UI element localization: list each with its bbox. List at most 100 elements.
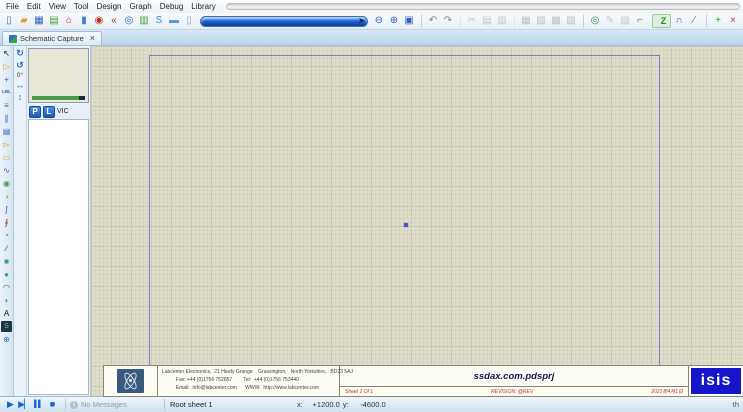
menu-design[interactable]: Design <box>93 2 126 11</box>
subcircuit-mode-icon[interactable]: ▤ <box>0 125 13 138</box>
block-rotate-icon[interactable]: ▩ <box>549 14 563 28</box>
blank-doc-icon[interactable]: ▯ <box>182 14 196 28</box>
2d-circle-mode-icon[interactable]: ● <box>0 268 13 281</box>
tab-bar: Schematic Capture × <box>0 30 743 46</box>
rotate-anticlockwise-icon[interactable]: ↺ <box>14 60 26 71</box>
tape-recorder-mode-icon[interactable]: ◉ <box>0 177 13 190</box>
menu-view[interactable]: View <box>45 2 70 11</box>
device-pins-mode-icon[interactable]: ▭ <box>0 151 13 164</box>
main-toolbar: ▯▰▦▤⌂▮◉«◎▥S▬▯ ➤ ⊖⊕▣↶↷✂▤▥▦▧▩▨◎✎▧⌐Z∩∕+×↰✎ <box>0 13 743 30</box>
pick-devices-button[interactable]: P <box>29 106 41 118</box>
menu-edit[interactable]: Edit <box>23 2 45 11</box>
2d-symbol-mode-icon[interactable]: S <box>1 321 12 332</box>
mirror-horizontal-icon[interactable]: ↔ <box>14 80 26 91</box>
home-page-icon[interactable]: ⌂ <box>62 14 76 28</box>
wire-autoroute-icon[interactable]: Z <box>652 14 671 28</box>
pcb-module-icon[interactable]: ◉ <box>92 14 106 28</box>
find-component-icon[interactable]: ◎ <box>583 14 602 28</box>
block-delete-icon[interactable]: ▨ <box>564 14 578 28</box>
component-mode-icon[interactable]: ▷ <box>0 60 13 73</box>
message-box[interactable]: i No Messages <box>65 399 165 411</box>
project-cell: ssdax.com.pdsprj Sheet 1 Of 1 REVISION: … <box>340 366 689 396</box>
schematic-capture-tab-icon <box>9 35 17 43</box>
labcenter-atom-icon <box>117 369 144 393</box>
address-line: Fax: +44 (0)1756 752857 Tel: +44 (0)1756… <box>162 377 335 385</box>
import-project-icon[interactable]: ▤ <box>47 14 61 28</box>
tab-close-icon[interactable]: × <box>90 34 95 43</box>
virtual-instruments-mode-icon[interactable]: ◔ <box>0 229 13 242</box>
new-project-icon[interactable]: ▯ <box>2 14 16 28</box>
2d-line-mode-icon[interactable]: ∕ <box>0 242 13 255</box>
origin-marker <box>404 223 408 227</box>
cursor-coordinates: x: +1200.0 y: -4600.0 <box>297 400 386 409</box>
terminals-mode-icon[interactable]: ▻ <box>0 138 13 151</box>
2d-marker-mode-icon[interactable]: ⊕ <box>0 333 13 346</box>
step-button[interactable]: ▶▏ <box>17 398 31 411</box>
2d-path-mode-icon[interactable]: ◗ <box>0 294 13 307</box>
menu-tool[interactable]: Tool <box>70 2 93 11</box>
play-button[interactable]: ▶ <box>3 398 17 411</box>
progress-slider[interactable]: ➤ <box>200 16 368 27</box>
mirror-vertical-icon[interactable]: ↕ <box>14 92 26 103</box>
current-probe-mode-icon[interactable]: ∮ <box>0 216 13 229</box>
menu-file[interactable]: File <box>2 2 23 11</box>
paste-icon[interactable]: ▥ <box>495 14 509 28</box>
2d-box-mode-icon[interactable]: ■ <box>0 255 13 268</box>
overview-pane[interactable] <box>28 48 89 103</box>
search-tag-icon[interactable]: ∩ <box>672 14 686 28</box>
block-move-icon[interactable]: ▧ <box>534 14 548 28</box>
date-label: 2021年4月1日 <box>651 388 683 395</box>
undo-icon[interactable]: ↶ <box>421 14 440 28</box>
property-edit-icon[interactable]: ✎ <box>603 14 617 28</box>
menu-debug[interactable]: Debug <box>156 2 188 11</box>
zoom-out-icon[interactable]: ⊖ <box>372 14 386 28</box>
rewind-icon[interactable]: « <box>107 14 121 28</box>
schematic-module-icon[interactable]: ▮ <box>77 14 91 28</box>
wire-label-mode-icon[interactable]: LBL <box>0 86 13 99</box>
zoom-in-icon[interactable]: ⊕ <box>387 14 401 28</box>
design-explorer-icon[interactable]: ▧ <box>618 14 632 28</box>
hammer-tool-icon[interactable]: ⌐ <box>633 14 647 28</box>
rotate-clockwise-icon[interactable]: ↻ <box>14 48 26 59</box>
pause-button[interactable]: ▌▌ <box>31 398 45 411</box>
x-value: +1200.0 <box>306 400 340 409</box>
text-script-mode-icon[interactable]: ≡ <box>0 99 13 112</box>
2d-arc-mode-icon[interactable]: ◠ <box>0 281 13 294</box>
save-project-icon[interactable]: ▦ <box>32 14 46 28</box>
menu-graph[interactable]: Graph <box>125 2 155 11</box>
recording-strip <box>226 3 740 10</box>
voltage-probe-mode-icon[interactable]: ∫ <box>0 203 13 216</box>
copy-icon[interactable]: ▤ <box>480 14 494 28</box>
zoom-area-icon[interactable]: ▣ <box>402 14 416 28</box>
generator-mode-icon[interactable]: ◑ <box>0 190 13 203</box>
title-block: Labcenter Electronics, 21 Hardy Grange G… <box>103 365 743 397</box>
buses-mode-icon[interactable]: ∥ <box>0 112 13 125</box>
status-bar: ▶▶▏▌▌■ i No Messages Root sheet 1 x: +12… <box>0 396 743 412</box>
open-project-icon[interactable]: ▰ <box>17 14 31 28</box>
stop-button[interactable]: ■ <box>45 398 59 411</box>
isis-logo: isis <box>691 368 741 394</box>
cut-icon[interactable]: ✂ <box>460 14 479 28</box>
graph-mode-icon[interactable]: ∿ <box>0 164 13 177</box>
object-selector-list[interactable] <box>28 119 89 395</box>
new-sheet-icon[interactable]: + <box>706 14 725 28</box>
address-line: Email: info@labcenter.com WWW: http://ww… <box>162 385 335 393</box>
overview-titleblock-thumbnail <box>32 96 85 100</box>
property-assignment-icon[interactable]: ∕ <box>687 14 701 28</box>
schematic-canvas[interactable]: Labcenter Electronics, 21 Hardy Grange G… <box>91 46 743 396</box>
junction-dot-mode-icon[interactable]: + <box>0 73 13 86</box>
notes-module-icon[interactable]: ▬ <box>167 14 181 28</box>
library-button[interactable]: L <box>43 106 55 118</box>
selection-mode-icon[interactable]: ↖ <box>0 47 13 60</box>
menu-library[interactable]: Library <box>187 2 219 11</box>
bom-module-icon[interactable]: ▥ <box>137 14 151 28</box>
overview-logo-thumbnail <box>79 96 85 100</box>
source-module-icon[interactable]: S <box>152 14 166 28</box>
x-label: x: <box>297 400 303 409</box>
block-copy-icon[interactable]: ▦ <box>514 14 533 28</box>
remove-sheet-icon[interactable]: × <box>726 14 740 28</box>
search-module-icon[interactable]: ◎ <box>122 14 136 28</box>
tab-schematic-capture[interactable]: Schematic Capture × <box>2 31 102 45</box>
2d-text-mode-icon[interactable]: A <box>0 307 13 320</box>
redo-icon[interactable]: ↷ <box>441 14 455 28</box>
